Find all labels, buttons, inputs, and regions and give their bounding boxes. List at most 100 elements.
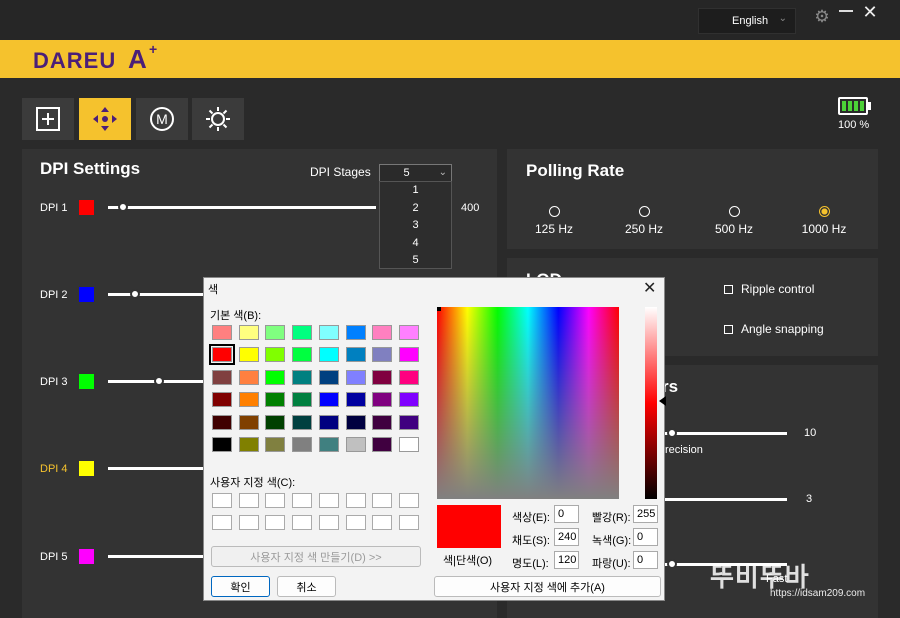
dpi-color-swatch[interactable] bbox=[79, 374, 94, 389]
basic-color-cell[interactable] bbox=[265, 347, 286, 363]
color-spectrum[interactable] bbox=[437, 307, 619, 499]
dpi-stage-option[interactable]: 2 bbox=[380, 200, 451, 218]
sensitivity-slider-track[interactable] bbox=[665, 432, 787, 435]
basic-color-cell[interactable] bbox=[398, 369, 419, 385]
luminance-arrow-icon[interactable] bbox=[659, 396, 666, 406]
gear-icon[interactable]: ⚙ bbox=[813, 8, 831, 26]
custom-color-cell[interactable] bbox=[292, 493, 313, 508]
basic-color-cell[interactable] bbox=[265, 369, 286, 385]
custom-color-cell[interactable] bbox=[398, 515, 419, 530]
define-custom-colors-button[interactable]: 사용자 지정 색 만들기(D) >> bbox=[211, 546, 421, 567]
custom-color-cell[interactable] bbox=[238, 515, 259, 530]
dpi-color-swatch[interactable] bbox=[79, 461, 94, 476]
basic-color-cell[interactable] bbox=[238, 369, 259, 385]
custom-color-cell[interactable] bbox=[212, 493, 232, 508]
basic-color-cell[interactable] bbox=[265, 392, 286, 408]
custom-color-cell[interactable] bbox=[345, 515, 366, 530]
basic-color-cell[interactable] bbox=[372, 325, 393, 340]
ok-button[interactable]: 확인 bbox=[211, 576, 270, 597]
basic-color-cell[interactable] bbox=[345, 347, 366, 363]
dpi-color-swatch[interactable] bbox=[79, 549, 94, 564]
basic-color-cell[interactable] bbox=[372, 392, 393, 408]
custom-color-cell[interactable] bbox=[265, 515, 286, 530]
tab-macro[interactable]: M bbox=[136, 98, 188, 140]
polling-option[interactable]: 250 Hz bbox=[609, 206, 679, 236]
basic-color-cell[interactable] bbox=[345, 437, 366, 452]
accel-slider-track[interactable] bbox=[665, 498, 787, 501]
custom-color-cell[interactable] bbox=[372, 493, 393, 508]
dpi-slider-knob[interactable] bbox=[130, 289, 140, 299]
dpi-stage-option[interactable]: 5 bbox=[380, 252, 451, 270]
polling-option[interactable]: 500 Hz bbox=[699, 206, 769, 236]
checkbox[interactable] bbox=[724, 324, 733, 334]
basic-color-cell[interactable] bbox=[238, 392, 259, 408]
basic-color-cell[interactable] bbox=[345, 414, 366, 430]
cancel-button[interactable]: 취소 bbox=[277, 576, 336, 597]
basic-color-cell[interactable] bbox=[398, 325, 419, 340]
dpi-stage-option[interactable]: 1 bbox=[380, 182, 451, 200]
basic-color-cell[interactable] bbox=[318, 392, 339, 408]
dpi-stage-option[interactable]: 4 bbox=[380, 235, 451, 253]
radio-button[interactable] bbox=[818, 206, 830, 217]
blue-field[interactable]: 0 bbox=[633, 551, 658, 569]
polling-option[interactable]: 1000 Hz bbox=[789, 206, 859, 236]
dpi-slider-track[interactable] bbox=[108, 206, 376, 209]
basic-color-cell[interactable] bbox=[238, 437, 259, 452]
angle-snapping-checkbox[interactable]: Angle snapping bbox=[724, 322, 824, 336]
add-to-custom-colors-button[interactable]: 사용자 지정 색에 추가(A) bbox=[434, 576, 661, 597]
basic-color-cell[interactable] bbox=[265, 437, 286, 452]
basic-color-cell[interactable] bbox=[265, 414, 286, 430]
saturation-field[interactable]: 240 bbox=[554, 528, 579, 546]
basic-color-cell[interactable] bbox=[398, 392, 419, 408]
basic-color-cell[interactable] bbox=[212, 392, 232, 408]
close-icon[interactable]: ✕ bbox=[643, 278, 656, 298]
radio-button[interactable] bbox=[728, 206, 740, 217]
custom-color-cell[interactable] bbox=[318, 515, 339, 530]
basic-color-cell[interactable] bbox=[292, 437, 313, 452]
dpi-slider-track[interactable] bbox=[108, 467, 204, 470]
basic-color-cell[interactable] bbox=[345, 325, 366, 340]
basic-color-cell[interactable] bbox=[238, 347, 259, 363]
basic-color-cell[interactable] bbox=[398, 437, 419, 452]
minimize-button[interactable] bbox=[839, 6, 853, 12]
basic-color-cell[interactable] bbox=[372, 369, 393, 385]
luminance-field[interactable]: 120 bbox=[554, 551, 579, 569]
dpi-color-swatch[interactable] bbox=[79, 287, 94, 302]
basic-color-cell[interactable] bbox=[292, 414, 313, 430]
polling-option[interactable]: 125 Hz bbox=[519, 206, 589, 236]
basic-color-cell[interactable] bbox=[372, 414, 393, 430]
basic-color-cell[interactable] bbox=[212, 414, 232, 430]
dpi-stage-option[interactable]: 3 bbox=[380, 217, 451, 235]
custom-color-cell[interactable] bbox=[292, 515, 313, 530]
luminance-bar[interactable] bbox=[645, 307, 657, 499]
basic-color-cell[interactable] bbox=[212, 437, 232, 452]
dpi-color-swatch[interactable] bbox=[79, 200, 94, 215]
dpi-slider-track[interactable] bbox=[108, 293, 204, 296]
language-select[interactable]: English ⌄ bbox=[698, 8, 796, 34]
close-window-button[interactable]: ✕ bbox=[862, 3, 878, 21]
dpi-slider-knob[interactable] bbox=[118, 202, 128, 212]
custom-color-cell[interactable] bbox=[318, 493, 339, 508]
basic-color-cell[interactable] bbox=[292, 369, 313, 385]
basic-color-cell[interactable] bbox=[318, 369, 339, 385]
ripple-control-checkbox[interactable]: Ripple control bbox=[724, 282, 814, 296]
custom-color-cell[interactable] bbox=[398, 493, 419, 508]
basic-color-cell[interactable] bbox=[372, 437, 393, 452]
basic-color-cell[interactable] bbox=[345, 392, 366, 408]
basic-color-cell[interactable] bbox=[212, 325, 232, 340]
basic-color-cell[interactable] bbox=[318, 414, 339, 430]
basic-color-cell[interactable] bbox=[398, 414, 419, 430]
custom-color-cell[interactable] bbox=[238, 493, 259, 508]
basic-color-cell[interactable] bbox=[318, 325, 339, 340]
basic-color-cell[interactable] bbox=[318, 437, 339, 452]
basic-color-cell[interactable] bbox=[212, 369, 232, 385]
hue-field[interactable]: 0 bbox=[554, 505, 579, 523]
dpi-slider-track[interactable] bbox=[108, 555, 204, 558]
tab-lighting[interactable] bbox=[192, 98, 244, 140]
custom-color-cell[interactable] bbox=[212, 515, 232, 530]
tab-move[interactable] bbox=[79, 98, 131, 140]
radio-button[interactable] bbox=[638, 206, 650, 217]
basic-color-cell[interactable] bbox=[292, 325, 313, 340]
basic-color-cell[interactable] bbox=[238, 414, 259, 430]
green-field[interactable]: 0 bbox=[633, 528, 658, 546]
